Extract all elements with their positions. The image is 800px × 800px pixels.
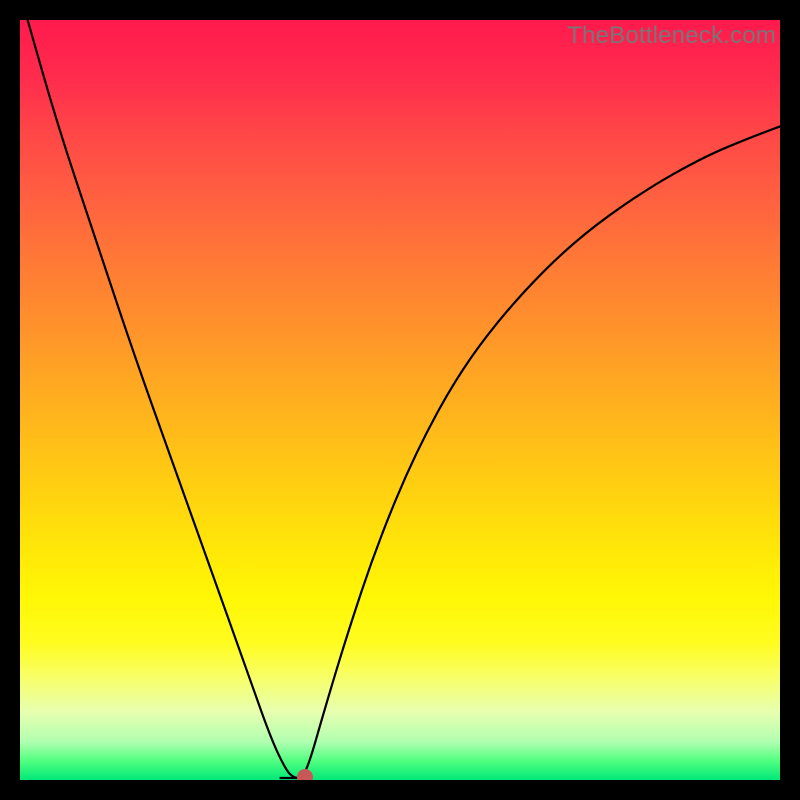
optimum-marker <box>297 769 313 780</box>
chart-container: TheBottleneck.com <box>0 0 800 800</box>
watermark-text: TheBottleneck.com <box>567 22 776 50</box>
plot-area: TheBottleneck.com <box>20 20 780 780</box>
bottleneck-curve <box>28 20 780 778</box>
curve-svg <box>20 20 780 780</box>
